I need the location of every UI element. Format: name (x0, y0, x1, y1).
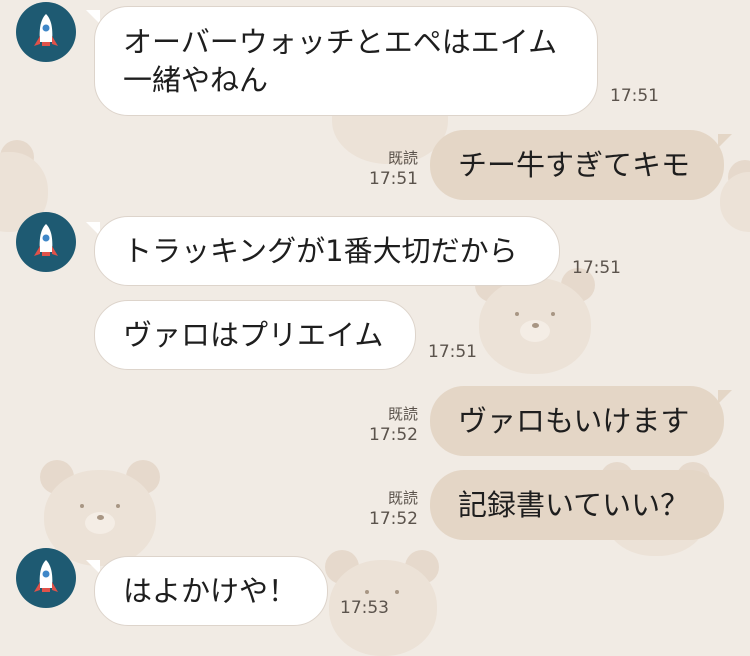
read-receipt: 既読 (387, 149, 418, 167)
message-bubble[interactable]: ヴァロもいけます (430, 386, 724, 456)
rocket-icon (34, 560, 58, 592)
message-time: 17:52 (369, 425, 418, 445)
message-time: 17:51 (428, 342, 477, 362)
avatar[interactable] (16, 212, 76, 272)
message-text: 記録書いていい？ (458, 488, 690, 522)
message-time: 17:51 (572, 258, 621, 278)
message-text: チー牛すぎてキモ (458, 148, 691, 182)
message-time: 17:53 (340, 598, 389, 618)
avatar[interactable] (16, 2, 76, 62)
message-text: ヴァロはプリエイム (123, 318, 384, 352)
avatar[interactable] (16, 548, 76, 608)
rocket-icon (34, 224, 58, 256)
message-bubble[interactable]: オーバーウォッチとエペはエイム一緒やねん (94, 6, 598, 116)
message-bubble[interactable]: ヴァロはプリエイム (94, 300, 416, 370)
message-meta: 既読 17:52 (360, 488, 418, 530)
message-meta: 既読 17:51 (360, 148, 418, 190)
message-text: トラッキングが1番大切だから (123, 234, 518, 268)
message-text: ヴァロもいけます (458, 404, 690, 438)
message-text: オーバーウォッチとエペはエイム一緒やねん (123, 25, 558, 97)
bubble-tail (718, 134, 732, 148)
read-receipt: 既読 (387, 405, 418, 423)
message-meta: 既読 17:52 (360, 404, 418, 446)
read-receipt: 既読 (387, 489, 418, 507)
message-time: 17:51 (610, 86, 659, 106)
message-time: 17:51 (369, 169, 418, 189)
message-time: 17:52 (369, 509, 418, 529)
message-bubble[interactable]: はよかけや！ (94, 556, 328, 626)
message-bubble[interactable]: チー牛すぎてキモ (430, 130, 724, 200)
rocket-icon (34, 14, 58, 46)
message-bubble[interactable]: トラッキングが1番大切だから (94, 216, 560, 286)
bubble-tail (718, 390, 732, 404)
message-bubble[interactable]: 記録書いていい？ (430, 470, 724, 540)
message-text: はよかけや！ (123, 574, 298, 608)
bear-icon (720, 160, 750, 232)
